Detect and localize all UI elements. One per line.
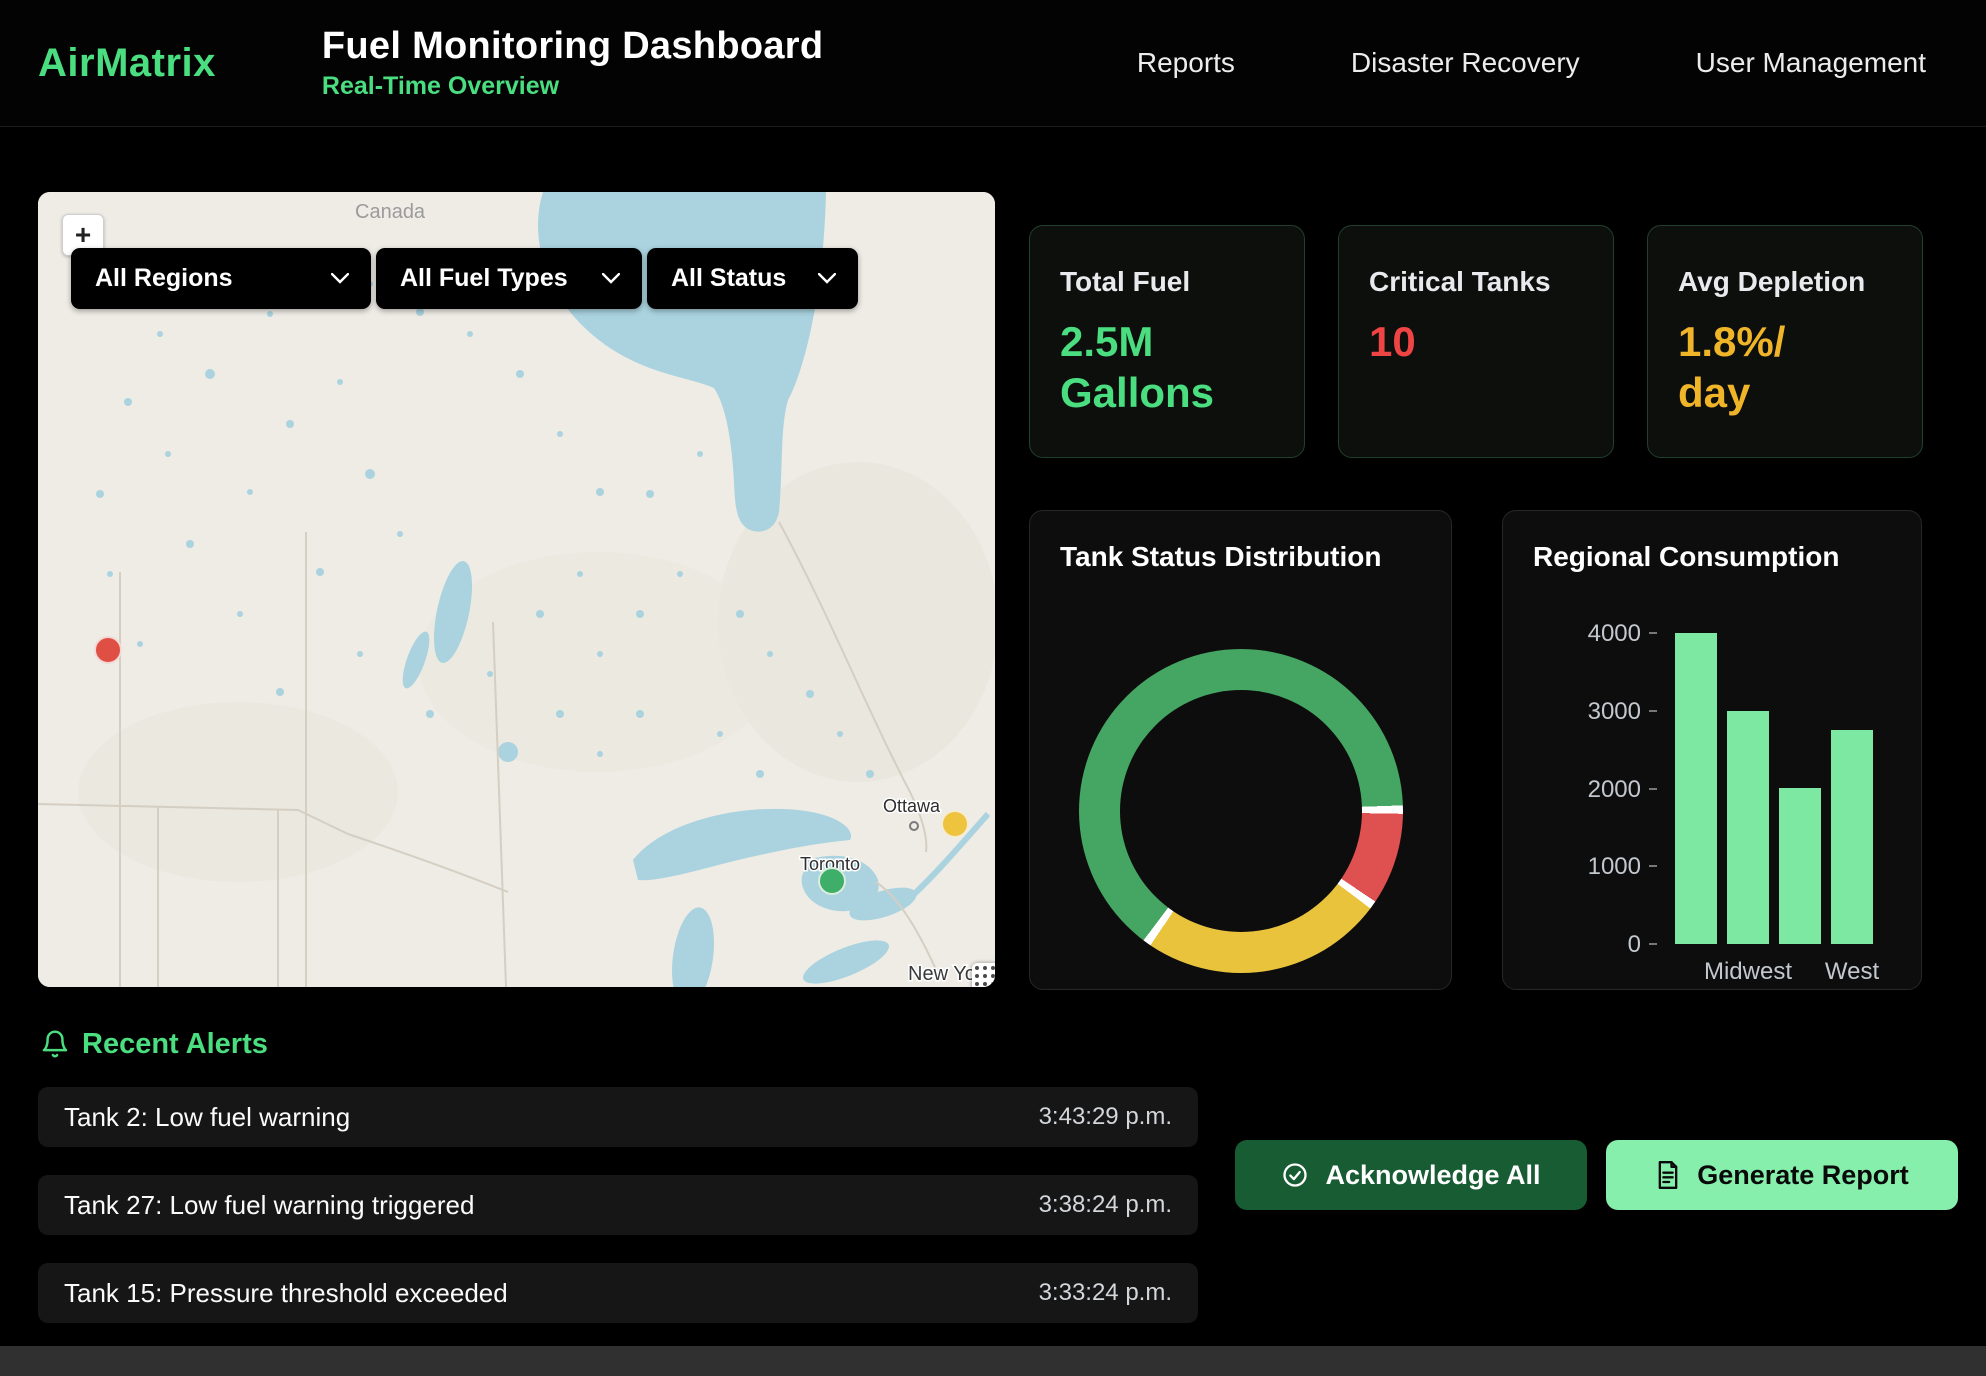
regions-dropdown[interactable]: All Regions (71, 248, 371, 309)
chevron-down-icon (331, 273, 349, 284)
bar-chart-title: Regional Consumption (1503, 511, 1921, 573)
alert-timestamp: 3:43:29 p.m. (1039, 1103, 1172, 1131)
chevron-down-icon (818, 273, 836, 284)
y-tick-label: 2000 (1551, 776, 1641, 804)
critical-tank-marker[interactable] (95, 637, 121, 663)
stat-value-avg-depletion: 1.8%/ day (1678, 316, 1853, 418)
stat-value-critical-tanks: 10 (1369, 316, 1544, 367)
status-dropdown[interactable]: All Status (647, 248, 858, 309)
alert-timestamp: 3:38:24 p.m. (1039, 1191, 1172, 1219)
acknowledge-all-button[interactable]: Acknowledge All (1235, 1140, 1587, 1210)
regional-consumption-card: Regional Consumption 0 1000 2000 3000 4000 M… (1502, 510, 1922, 990)
chevron-down-icon (602, 273, 620, 284)
alert-row[interactable]: Tank 27: Low fuel warning triggered 3:38… (38, 1175, 1198, 1235)
map-panel[interactable]: Canada Ottawa Toronto New York + All Reg… (38, 192, 995, 987)
map-drag-handle-icon[interactable] (972, 963, 995, 987)
alert-row[interactable]: Tank 15: Pressure threshold exceeded 3:3… (38, 1263, 1198, 1323)
app-header: AirMatrix Fuel Monitoring Dashboard Real… (0, 0, 1986, 127)
bar[interactable] (1727, 711, 1769, 944)
alert-timestamp: 3:33:24 p.m. (1039, 1279, 1172, 1307)
alert-message: Tank 27: Low fuel warning triggered (64, 1190, 474, 1221)
alert-row[interactable]: Tank 2: Low fuel warning 3:43:29 p.m. (38, 1087, 1198, 1147)
stat-card-avg-depletion: Avg Depletion 1.8%/ day (1647, 225, 1923, 458)
tank-status-distribution-card: Tank Status Distribution (1029, 510, 1452, 990)
page-title: Fuel Monitoring Dashboard (322, 25, 823, 68)
bar[interactable] (1779, 788, 1821, 944)
stat-value-total-fuel: 2.5M Gallons (1060, 316, 1235, 418)
regions-dropdown-value: All Regions (95, 264, 233, 293)
x-tick-label: West (1825, 958, 1879, 986)
x-tick-label: Midwest (1704, 958, 1792, 986)
alert-message: Tank 2: Low fuel warning (64, 1102, 350, 1133)
generate-report-label: Generate Report (1697, 1160, 1909, 1191)
fuel-types-dropdown-value: All Fuel Types (400, 264, 568, 293)
y-tick-label: 0 (1551, 931, 1641, 959)
nav-reports[interactable]: Reports (1137, 47, 1235, 79)
warning-tank-marker[interactable] (942, 811, 968, 837)
y-tick-label: 1000 (1551, 853, 1641, 881)
main-nav: Reports Disaster Recovery User Managemen… (1137, 47, 1926, 79)
acknowledge-all-label: Acknowledge All (1325, 1160, 1540, 1191)
recent-alerts-title: Recent Alerts (82, 1028, 268, 1061)
nav-user-management[interactable]: User Management (1696, 47, 1926, 79)
y-tick-label: 3000 (1551, 698, 1641, 726)
map[interactable]: Canada Ottawa Toronto New York (38, 192, 995, 987)
stat-card-total-fuel: Total Fuel 2.5M Gallons (1029, 225, 1305, 458)
bell-icon (40, 1028, 70, 1065)
title-block: Fuel Monitoring Dashboard Real-Time Over… (322, 25, 823, 101)
alert-message: Tank 15: Pressure threshold exceeded (64, 1278, 508, 1309)
check-circle-icon (1281, 1161, 1309, 1189)
tank-status-donut-chart[interactable] (1079, 649, 1403, 973)
bar[interactable] (1831, 730, 1873, 944)
fuel-types-dropdown[interactable]: All Fuel Types (376, 248, 642, 309)
regional-consumption-bar-chart[interactable] (1675, 633, 1895, 944)
brand-logo[interactable]: AirMatrix (38, 41, 216, 86)
bottom-strip (0, 1346, 1986, 1376)
page-subtitle: Real-Time Overview (322, 72, 823, 101)
stat-label: Total Fuel (1060, 266, 1274, 298)
nav-disaster-recovery[interactable]: Disaster Recovery (1351, 47, 1580, 79)
stat-label: Critical Tanks (1369, 266, 1583, 298)
donut-chart-title: Tank Status Distribution (1030, 511, 1451, 573)
map-label-ottawa: Ottawa (883, 796, 941, 816)
status-dropdown-value: All Status (671, 264, 786, 293)
stat-card-critical-tanks: Critical Tanks 10 (1338, 225, 1614, 458)
bar[interactable] (1675, 633, 1717, 944)
map-label-canada: Canada (355, 201, 426, 223)
stat-label: Avg Depletion (1678, 266, 1892, 298)
normal-tank-marker[interactable] (819, 868, 845, 894)
y-tick-label: 4000 (1551, 620, 1641, 648)
document-icon (1655, 1161, 1681, 1189)
generate-report-button[interactable]: Generate Report (1606, 1140, 1958, 1210)
